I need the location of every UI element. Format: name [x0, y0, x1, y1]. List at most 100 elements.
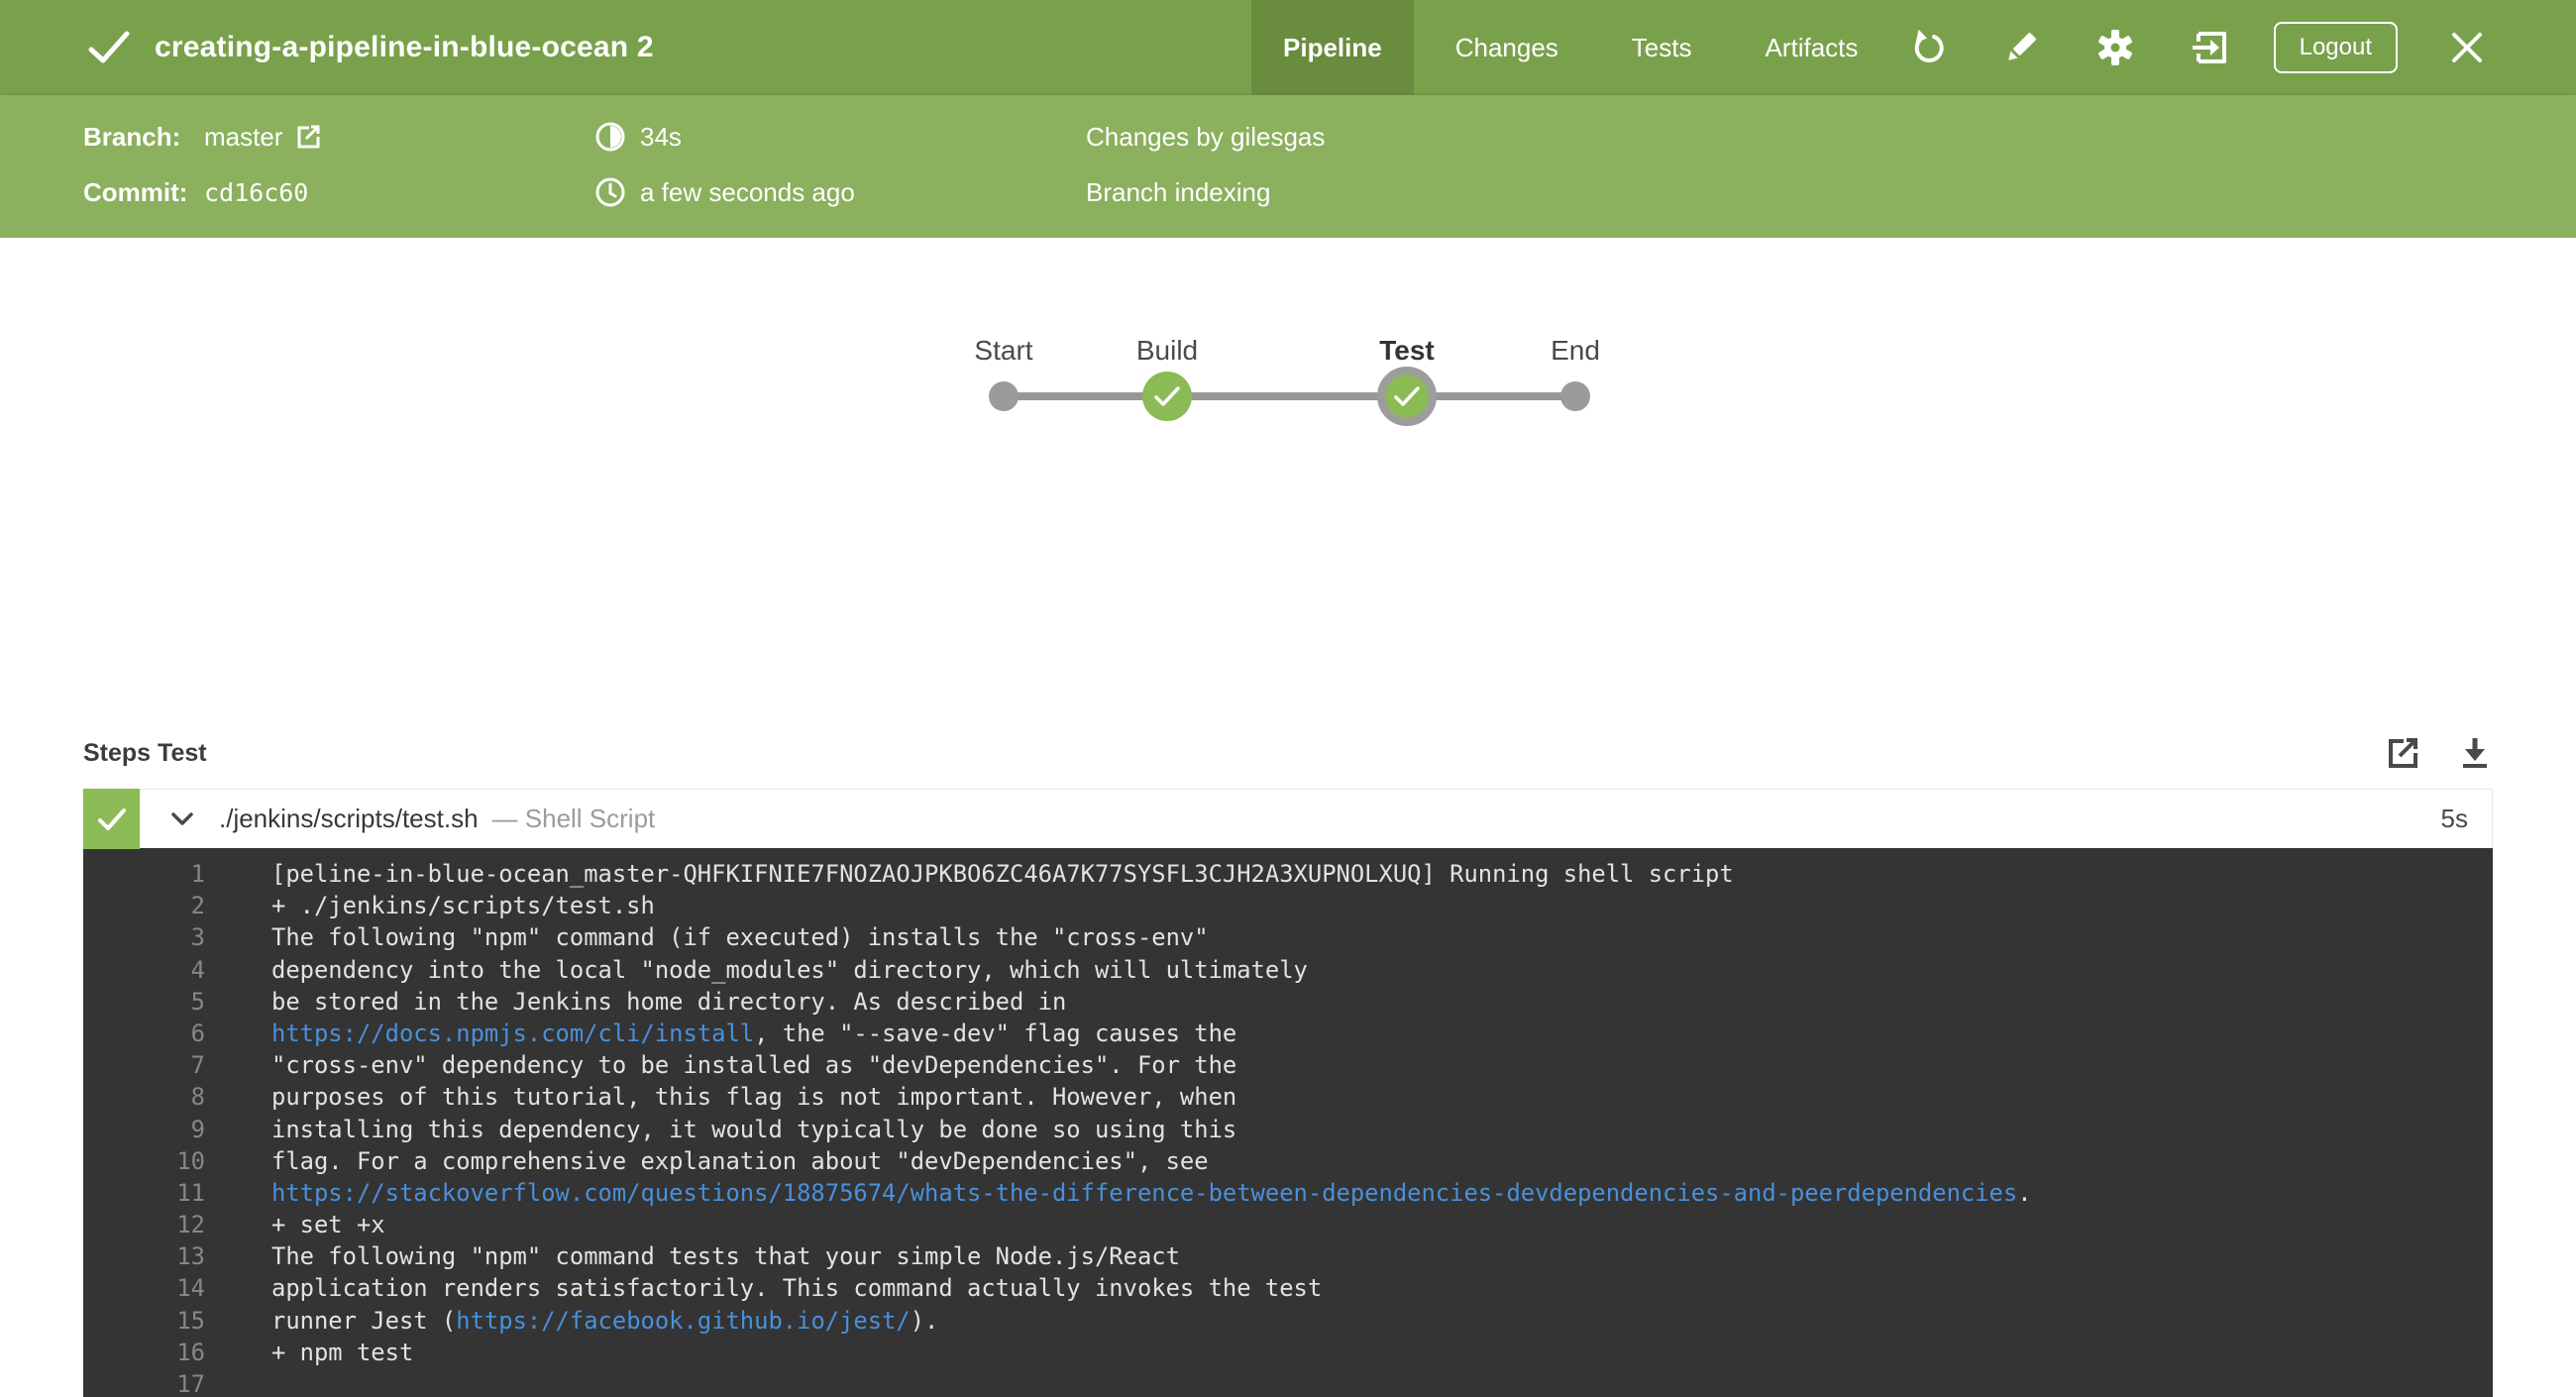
console-line-text: installing this dependency, it would typ… [271, 1114, 1236, 1145]
console-text: + ./jenkins/scripts/test.sh [271, 892, 655, 920]
console-line: 10 flag. For a comprehensive explanation … [83, 1145, 2493, 1177]
console-line-text: purposes of this tutorial, this flag is … [271, 1081, 1236, 1113]
console-line-text: application renders satisfactorily. This… [271, 1272, 1322, 1304]
console-line: 8 purposes of this tutorial, this flag is… [83, 1081, 2493, 1113]
download-log-button[interactable] [2457, 734, 2493, 772]
duration-icon [594, 121, 626, 153]
console-line-number[interactable]: 10 [83, 1145, 205, 1177]
settings-button[interactable] [2095, 28, 2135, 67]
console-line-number[interactable]: 15 [83, 1305, 205, 1337]
rerun-button[interactable] [1907, 28, 1947, 67]
console-line-number[interactable]: 8 [83, 1081, 205, 1113]
clock-icon [594, 176, 626, 208]
console-line-number[interactable]: 1 [83, 858, 205, 890]
commit-label: Commit: [83, 176, 188, 207]
gear-icon [2095, 28, 2135, 67]
pipeline-node-end[interactable] [1560, 381, 1590, 411]
console-text: + npm test [271, 1338, 414, 1366]
step-title: ./jenkins/scripts/test.sh [219, 804, 479, 833]
pipeline-edge-line [1004, 392, 1575, 400]
console-text: installing this dependency, it would typ… [271, 1115, 1237, 1143]
console-link[interactable]: https://facebook.github.io/jest/ [456, 1307, 910, 1335]
changes-value: Changes by gilesgas [1086, 121, 1326, 152]
branch-row: Branch: master [83, 109, 322, 164]
duration-value: 34s [640, 121, 682, 152]
commit-value: cd16c60 [204, 177, 309, 207]
exit-icon [2191, 28, 2230, 67]
console-line-number[interactable]: 17 [83, 1368, 205, 1397]
console-line-number[interactable]: 9 [83, 1114, 205, 1145]
header-actions: Logout [1907, 0, 2485, 95]
console-line: 9 installing this dependency, it would ty… [83, 1114, 2493, 1145]
console-line-text: + set +x [271, 1209, 385, 1240]
console-line: 11 https://stackoverflow.com/questions/18… [83, 1177, 2493, 1209]
console-line: 14 application renders satisfactorily. Th… [83, 1272, 2493, 1304]
steps-header: Steps Test [0, 717, 2576, 789]
pipeline-node-build[interactable] [1142, 372, 1192, 421]
branch-label: Branch: [83, 121, 181, 152]
tab-bar: Pipeline Changes Tests Artifacts [1251, 0, 1889, 95]
tab-pipeline[interactable]: Pipeline [1251, 0, 1414, 95]
console-text: application renders satisfactorily. This… [271, 1274, 1323, 1303]
console-line-number[interactable]: 7 [83, 1049, 205, 1081]
console-line: 1 [peline-in-blue-ocean_master-QHFKIFNIE7… [83, 858, 2493, 890]
run-info-bar: Branch: master Commit: cd16c60 34s a few… [0, 95, 2576, 238]
console-line-number[interactable]: 14 [83, 1272, 205, 1304]
cause-value: Branch indexing [1086, 176, 1271, 207]
console-line-text: + ./jenkins/scripts/test.sh [271, 890, 655, 921]
chevron-down-icon [171, 811, 193, 826]
console-line-number[interactable]: 5 [83, 986, 205, 1018]
console-text: dependency into the local "node_modules"… [271, 955, 1308, 984]
tab-tests[interactable]: Tests [1600, 0, 1724, 95]
step-success-check-icon [97, 807, 127, 831]
console-line: 16 + npm test [83, 1337, 2493, 1368]
time-column: 34s a few seconds ago [594, 109, 855, 220]
console-line: 13 The following "npm" command tests that… [83, 1240, 2493, 1272]
console-line: 12 + set +x [83, 1209, 2493, 1240]
console-text: The following "npm" command tests that y… [271, 1242, 1180, 1271]
console-line-number[interactable]: 6 [83, 1018, 205, 1049]
tab-changes[interactable]: Changes [1424, 0, 1590, 95]
step-subtitle: — Shell Script [491, 804, 656, 833]
console-line-number[interactable]: 16 [83, 1337, 205, 1368]
download-icon [2457, 734, 2493, 772]
console-line-number[interactable]: 2 [83, 890, 205, 921]
console-line: 7 "cross-env" dependency to be installed … [83, 1049, 2493, 1081]
console-line-text: The following "npm" command (if executed… [271, 921, 1209, 953]
console-line-number[interactable]: 4 [83, 954, 205, 986]
console-link[interactable]: https://stackoverflow.com/questions/1887… [271, 1179, 2017, 1207]
close-icon [2449, 30, 2485, 65]
console-text: flag. For a comprehensive explanation ab… [271, 1146, 1209, 1175]
console-line-text: be stored in the Jenkins home directory.… [271, 986, 1066, 1018]
cause-column: Changes by gilesgas Branch indexing [1086, 109, 1325, 220]
edit-button[interactable] [2002, 29, 2040, 66]
external-link-icon [294, 123, 322, 151]
console-line-number[interactable]: 11 [83, 1177, 205, 1209]
console-text: , the "--save-dev" flag causes the [754, 1019, 1237, 1047]
exit-button[interactable] [2191, 28, 2230, 67]
branch-commit-column: Branch: master Commit: cd16c60 [83, 109, 322, 220]
console-line: 15 runner Jest (https://facebook.github.i… [83, 1305, 2493, 1337]
console-line-number[interactable]: 3 [83, 921, 205, 953]
step-row[interactable]: ./jenkins/scripts/test.sh — Shell Script… [83, 789, 2493, 849]
console-line-text: [peline-in-blue-ocean_master-QHFKIFNIE7F… [271, 858, 1734, 890]
console-link[interactable]: https://docs.npmjs.com/cli/install [271, 1020, 754, 1047]
close-button[interactable] [2449, 30, 2485, 65]
console-line-text: flag. For a comprehensive explanation ab… [271, 1145, 1209, 1177]
top-header: creating-a-pipeline-in-blue-ocean 2 Pipe… [0, 0, 2576, 95]
success-check-icon [1377, 367, 1437, 426]
logout-button[interactable]: Logout [2273, 22, 2398, 73]
console-line-number[interactable]: 12 [83, 1209, 205, 1240]
commit-row: Commit: cd16c60 [83, 164, 322, 220]
pipeline-node-start[interactable] [989, 381, 1019, 411]
tab-artifacts[interactable]: Artifacts [1733, 0, 1889, 95]
console-text: purposes of this tutorial, this flag is … [271, 1083, 1237, 1112]
step-duration: 5s [2440, 804, 2468, 833]
console-line: 2 + ./jenkins/scripts/test.sh [83, 890, 2493, 921]
console-line-text: "cross-env" dependency to be installed a… [271, 1049, 1236, 1081]
open-log-newtab-button[interactable] [2384, 734, 2421, 772]
branch-value[interactable]: master [204, 122, 322, 153]
terminal-dot [989, 381, 1019, 411]
pipeline-node-test[interactable] [1377, 367, 1437, 426]
console-line-number[interactable]: 13 [83, 1240, 205, 1272]
